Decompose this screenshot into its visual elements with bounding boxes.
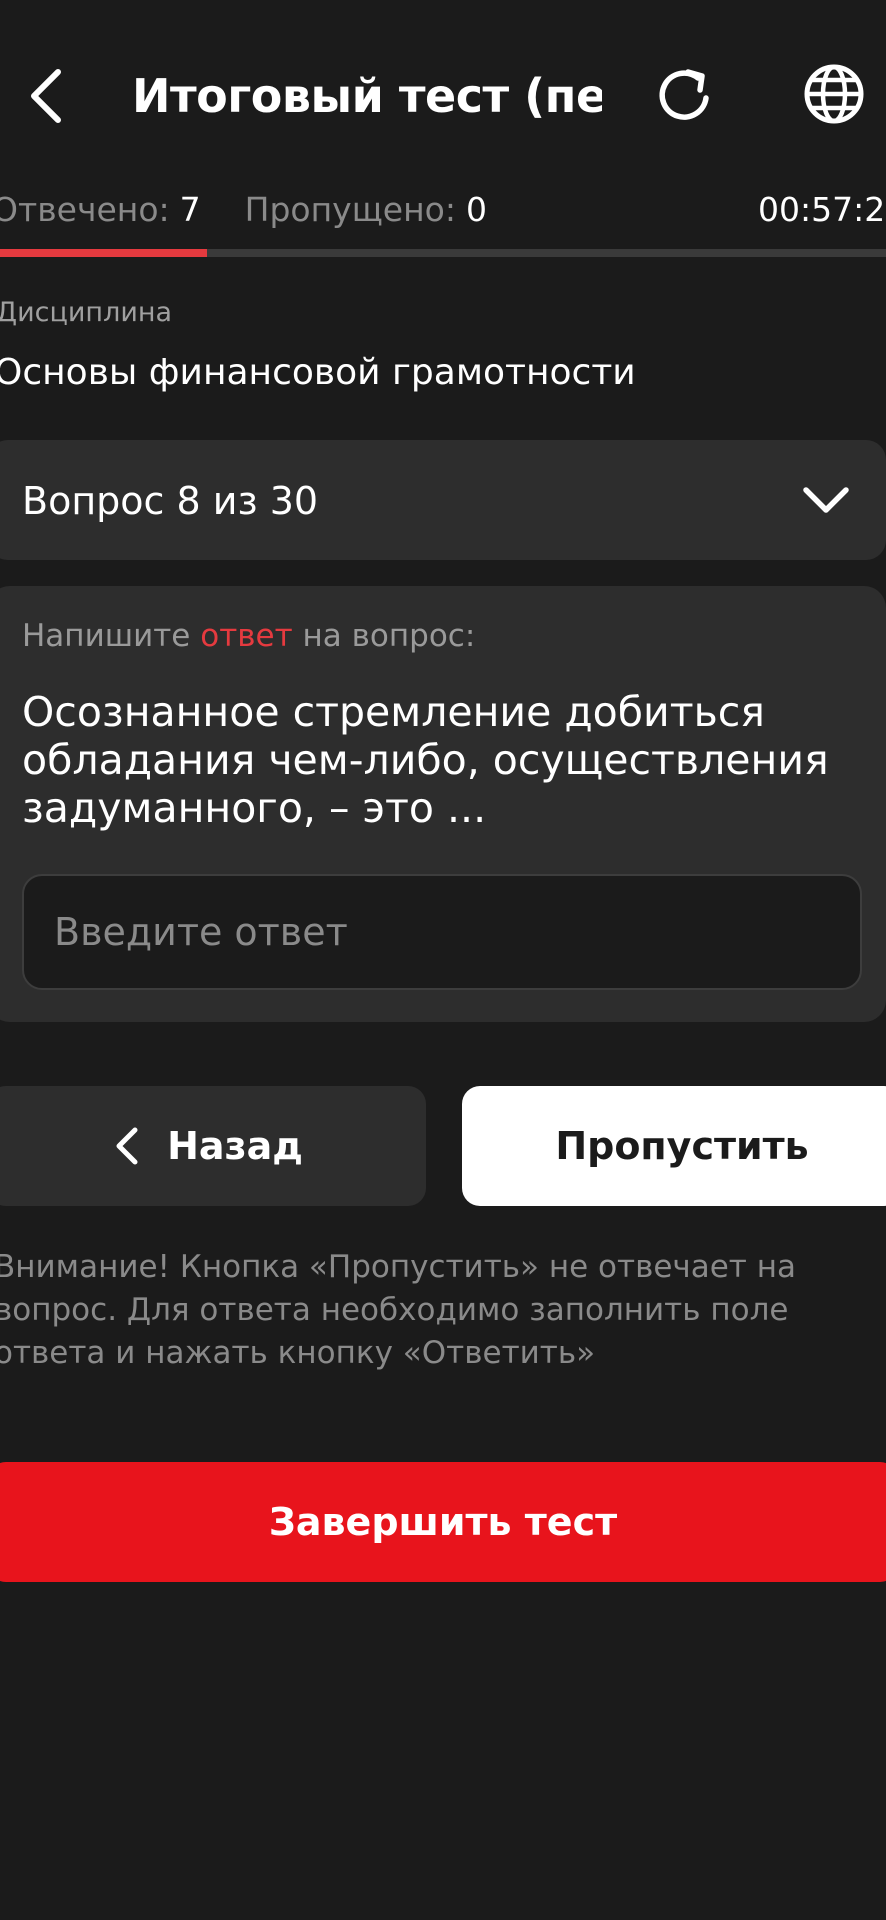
skip-button[interactable]: Пропустить [462, 1086, 886, 1206]
finish-test-button[interactable]: Завершить тест [0, 1462, 886, 1582]
refresh-icon[interactable] [654, 64, 718, 128]
question-card: Напишите ответ на вопрос: Осознанное стр… [0, 586, 886, 1022]
answered-label: Отвечено: [0, 190, 170, 229]
progress-fill [0, 249, 207, 257]
discipline-label: Дисциплина [0, 297, 173, 328]
progress-bar [0, 249, 886, 257]
globe-icon[interactable] [802, 62, 866, 126]
answered-count: 7 [179, 190, 201, 229]
back-button-label: Назад [167, 1124, 303, 1168]
back-button[interactable]: Назад [0, 1086, 426, 1206]
finish-test-label: Завершить тест [268, 1500, 618, 1544]
prompt-accent: ответ [200, 618, 293, 654]
question-selector[interactable]: Вопрос 8 из 30 [0, 440, 886, 560]
question-prompt: Напишите ответ на вопрос: [22, 618, 476, 654]
chevron-down-icon [800, 482, 852, 518]
back-chevron-icon[interactable] [22, 64, 70, 128]
skip-notice: Внимание! Кнопка «Пропустить» не отвечае… [0, 1249, 796, 1371]
skipped-count: 0 [465, 190, 487, 229]
timer: 00:57:21 [758, 190, 886, 229]
question-text: Осознанное стремление добиться обладания… [22, 688, 829, 832]
skip-button-label: Пропустить [555, 1124, 809, 1168]
page-title: Итоговый тест (пе... [132, 69, 602, 123]
skipped-label: Пропущено: [244, 190, 456, 229]
discipline-value: Основы финансовой грамотности [0, 352, 636, 393]
question-number: Вопрос 8 из 30 [22, 479, 319, 523]
answer-input[interactable] [22, 874, 862, 990]
chevron-left-icon [111, 1124, 141, 1168]
answer-stats: Отвечено: 7 Пропущено: 0 [0, 188, 487, 232]
